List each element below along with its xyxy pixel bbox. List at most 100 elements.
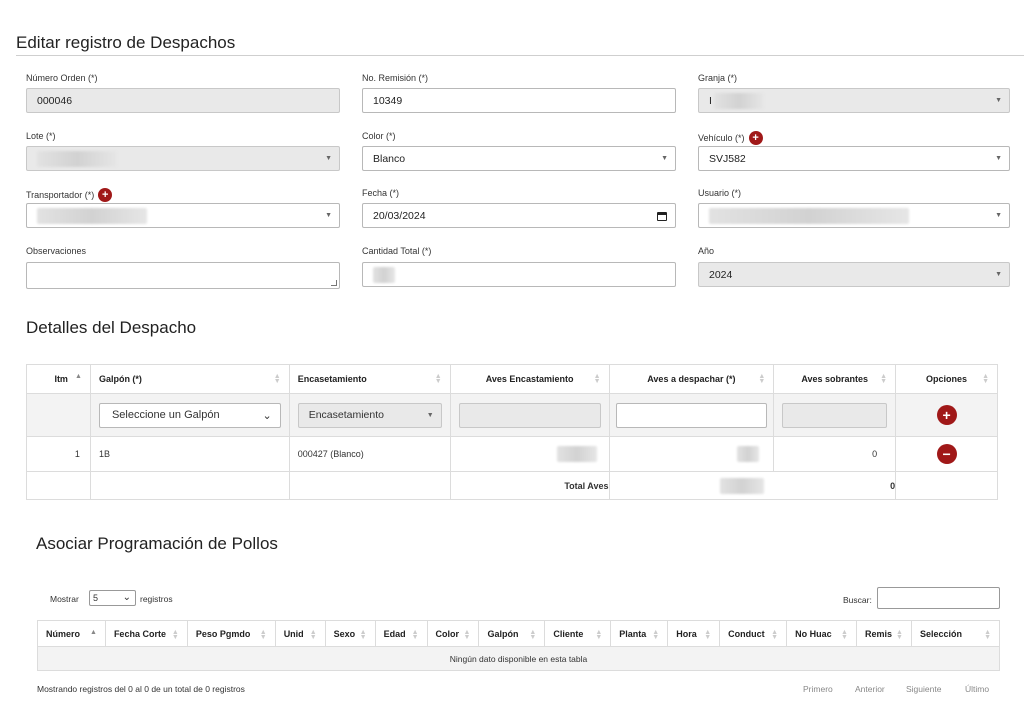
col-edad[interactable]: Edad ▲ ▼	[374, 620, 428, 647]
col-cliente[interactable]: Cliente ▲ ▼	[544, 620, 612, 647]
galpon-select[interactable]: Seleccione un Galpón ⌄	[98, 402, 281, 428]
sort-icon: ▲ ▼	[771, 629, 779, 641]
aves-sobrantes-input-cell	[773, 393, 897, 437]
color-select[interactable]: Blanco ▼	[362, 146, 676, 171]
redacted-block	[709, 207, 909, 224]
sort-icon: ▲ ▼	[896, 629, 903, 641]
chevron-down-icon: ▼	[426, 411, 434, 419]
first-page-link[interactable]: Primero	[803, 684, 833, 694]
col-conduct[interactable]: Conduct ▲ ▼	[719, 620, 788, 647]
col-encasetamiento-label: Encasetamiento	[297, 374, 367, 384]
col-color[interactable]: Color ▲ ▼	[426, 620, 480, 647]
total-label: Total Aves	[449, 471, 610, 500]
anio-select[interactable]: 2024 ▼	[698, 262, 1010, 287]
col-galpon[interactable]: Galpón (*) ▲ ▼	[89, 364, 290, 394]
vehiculo-select[interactable]: SVJ582 ▼	[698, 146, 1010, 171]
sort-icon: ▲ ▼	[411, 629, 419, 641]
col-fecha-corte[interactable]: Fecha Corte ▲ ▼	[104, 620, 188, 647]
aves-despachar-input[interactable]	[615, 402, 768, 428]
fecha-label-text: Fecha (*)	[362, 188, 400, 198]
search-label: Buscar:	[843, 595, 872, 605]
color-value: Blanco	[373, 152, 406, 165]
sort-icon: ▲ ▼	[359, 629, 367, 641]
sort-icon: ▲ ▼	[704, 629, 712, 641]
col-remis[interactable]: Remis ▲ ▼	[855, 620, 912, 647]
transportador-select[interactable]: ▼	[26, 203, 340, 228]
galpon-select-value: Seleccione un Galpón	[111, 409, 220, 421]
search-input[interactable]	[877, 587, 1000, 609]
add-transportador-button[interactable]: +	[98, 188, 113, 202]
usuario-label-text: Usuario (*)	[698, 188, 742, 198]
remove-row-button[interactable]: −	[936, 444, 957, 464]
aves-despachar-input-cell	[608, 393, 775, 437]
aves-encastamiento-input[interactable]	[458, 402, 601, 428]
col-numero[interactable]: Número ▲	[37, 620, 106, 647]
col-itm-label: Itm	[54, 374, 68, 384]
col-label: Sexo	[333, 628, 356, 639]
prev-page-link[interactable]: Anterior	[855, 684, 885, 694]
lote-label: Lote (*)	[26, 131, 56, 141]
numero-orden-field[interactable]: 000046	[26, 88, 340, 113]
page-size-select[interactable]: 5 ⌄	[89, 590, 136, 606]
col-label: Edad	[383, 628, 406, 639]
chevron-down-icon: ▼	[325, 212, 332, 219]
empty-message: Ningún dato disponible en esta tabla	[37, 646, 1000, 671]
col-aves-despachar[interactable]: Aves a despachar (*) ▲ ▼	[608, 364, 775, 394]
show-label: Mostrar	[50, 594, 79, 604]
next-page-link[interactable]: Siguiente	[906, 684, 941, 694]
sort-icon: ▲ ▼	[273, 373, 281, 385]
usuario-select[interactable]: ▼	[698, 203, 1010, 228]
last-page-link[interactable]: Último	[965, 684, 989, 694]
lote-select[interactable]: ▼	[26, 146, 340, 171]
sort-asc-icon: ▲	[75, 373, 82, 380]
add-vehiculo-button[interactable]: +	[748, 131, 763, 145]
col-aves-sobrantes[interactable]: Aves sobrantes ▲ ▼	[773, 364, 897, 394]
usuario-label: Usuario (*)	[698, 188, 741, 198]
col-seleccion[interactable]: Selección ▲ ▼	[910, 620, 1001, 647]
anio-label-text: Año	[698, 246, 715, 256]
chevron-down-icon: ▼	[995, 155, 1002, 162]
page-size-value: 5	[93, 593, 99, 603]
col-opciones[interactable]: Opciones ▲ ▼	[895, 364, 998, 394]
col-itm[interactable]: Itm ▲	[26, 364, 91, 394]
encasetamiento-select[interactable]: Encasetamiento ▼	[297, 402, 442, 428]
col-encasetamiento[interactable]: Encasetamiento ▲ ▼	[288, 364, 451, 394]
cantidad-total-field[interactable]	[362, 262, 676, 287]
records-label: registros	[140, 594, 173, 604]
col-no-huac[interactable]: No Huac ▲ ▼	[786, 620, 857, 647]
transportador-label-text: Transportador (*)	[26, 190, 95, 200]
col-label: Conduct	[728, 628, 765, 639]
observaciones-textarea[interactable]	[26, 262, 340, 289]
fecha-input[interactable]: 20/03/2024	[362, 203, 676, 228]
col-sexo[interactable]: Sexo ▲ ▼	[324, 620, 376, 647]
sort-icon: ▲ ▼	[595, 629, 603, 641]
col-label: Color	[435, 628, 460, 639]
col-hora[interactable]: Hora ▲ ▼	[667, 620, 721, 647]
col-label: Cliente	[553, 628, 584, 639]
table-row: 1 1B 000427 (Blanco) 0 −	[26, 436, 998, 472]
col-peso-pgmdo[interactable]: Peso Pgmdo ▲ ▼	[186, 620, 276, 647]
detalles-header-row: Itm ▲ Galpón (*) ▲ ▼ Encasetamiento ▲ ▼ Aves …	[26, 364, 998, 394]
redacted-block	[713, 92, 764, 109]
col-planta[interactable]: Planta ▲ ▼	[610, 620, 669, 647]
granja-select[interactable]: I ▼	[698, 88, 1010, 113]
col-galpon[interactable]: Galpón ▲ ▼	[478, 620, 546, 647]
col-label: Unid	[283, 628, 304, 639]
chevron-down-icon: ▼	[995, 97, 1002, 104]
chevron-down-icon: ▼	[995, 212, 1002, 219]
granja-label: Granja (*)	[698, 73, 737, 83]
col-unid[interactable]: Unid ▲ ▼	[274, 620, 326, 647]
no-remision-field[interactable]: 10349	[362, 88, 676, 113]
col-aves-encastamiento[interactable]: Aves Encastamiento ▲ ▼	[449, 364, 610, 394]
calendar-icon[interactable]	[657, 212, 667, 221]
aves-sobrantes-input[interactable]	[782, 402, 888, 428]
resize-handle-icon[interactable]	[331, 280, 337, 286]
sort-icon: ▲ ▼	[463, 629, 471, 641]
sort-icon: ▲ ▼	[309, 629, 317, 641]
add-row-button[interactable]: +	[936, 405, 957, 425]
sort-asc-icon: ▲	[90, 629, 97, 636]
col-label: Fecha Corte	[113, 628, 166, 639]
programacion-title: Asociar Programación de Pollos	[36, 534, 278, 553]
row-aves-encastamiento	[449, 436, 610, 472]
col-aves-despachar-label: Aves a despachar (*)	[647, 374, 736, 384]
